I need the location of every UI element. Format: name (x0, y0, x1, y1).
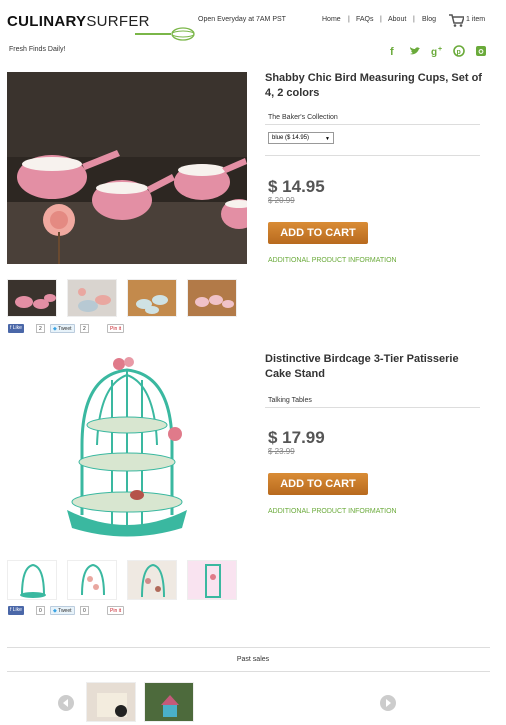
nav-about[interactable]: About (388, 16, 406, 23)
product-thumbnail[interactable] (67, 560, 117, 600)
nav-blog[interactable]: Blog (422, 16, 436, 23)
logo-bold-text: CULINARY (7, 13, 87, 30)
product-old-price: $ 23.99 (268, 447, 295, 456)
chevron-down-icon: ▼ (325, 136, 330, 142)
product-thumbnail[interactable] (67, 279, 117, 317)
nav-home[interactable]: Home (322, 16, 341, 23)
additional-info-link[interactable]: ADDITIONAL PRODUCT INFORMATION (268, 508, 397, 515)
product-brand: Talking Tables (268, 397, 312, 404)
tweet-count: 0 (80, 606, 89, 615)
tweet-label: Tweet (58, 608, 72, 614)
product-thumbnail[interactable] (187, 560, 237, 600)
tagline: Fresh Finds Daily! (9, 46, 66, 53)
divider (265, 155, 480, 156)
facebook-like-button[interactable]: f Like (8, 606, 24, 615)
twitter-icon: ◆ (53, 326, 57, 332)
svg-text:p: p (457, 49, 461, 56)
svg-text:+: + (438, 46, 442, 53)
like-count: 2 (36, 324, 45, 333)
product-image-birdcage-stand[interactable] (27, 350, 227, 547)
nav-separator: | (348, 16, 350, 23)
tweet-label: Tweet (58, 326, 72, 332)
tweet-count: 2 (80, 324, 89, 333)
additional-info-link[interactable]: ADDITIONAL PRODUCT INFORMATION (268, 257, 397, 264)
nav-separator: | (380, 16, 382, 23)
product-price: $ 14.95 (268, 177, 325, 196)
svg-text:g: g (431, 47, 437, 57)
product-title[interactable]: Distinctive Birdcage 3-Tier Patisserie C… (265, 352, 480, 382)
facebook-icon: f (10, 325, 12, 331)
product-image-measuring-cups[interactable] (7, 72, 247, 264)
product-thumbnail[interactable] (127, 279, 177, 317)
variant-selected-value: blue ($ 14.95) (272, 135, 310, 141)
carousel-prev-button[interactable] (58, 695, 74, 711)
pin-it-button[interactable]: Pin it (107, 324, 125, 333)
svg-text:f: f (390, 46, 394, 57)
pin-it-button[interactable]: Pin it (107, 606, 125, 615)
product-thumbnail[interactable] (7, 279, 57, 317)
add-to-cart-button[interactable]: ADD TO CART (268, 222, 368, 244)
facebook-icon[interactable]: f (388, 44, 398, 62)
product-thumbnail[interactable] (7, 560, 57, 600)
divider (265, 407, 480, 408)
like-label: Like (12, 607, 22, 613)
tweet-button[interactable]: ◆ Tweet (50, 606, 75, 615)
divider (7, 647, 490, 648)
store-hours: Open Everyday at 7AM PST (198, 16, 286, 23)
like-count: 0 (36, 606, 45, 615)
product-price: $ 17.99 (268, 428, 325, 447)
shopping-cart-icon[interactable] (449, 14, 464, 27)
google-plus-icon[interactable]: g + (431, 44, 444, 62)
past-sale-thumbnail[interactable] (86, 682, 136, 722)
cart-count[interactable]: 1 item (466, 16, 485, 23)
pinterest-icon[interactable]: p (453, 44, 465, 62)
past-sales-heading: Past sales (236, 656, 270, 663)
variant-select[interactable]: blue ($ 14.95) ▼ (268, 132, 334, 144)
site-logo[interactable]: CULINARYSURFER (7, 13, 150, 30)
product-brand: The Baker's Collection (268, 114, 338, 121)
nav-separator: | (413, 16, 415, 23)
twitter-icon[interactable] (409, 44, 421, 62)
nav-faqs[interactable]: FAQs (356, 16, 374, 23)
divider (265, 124, 480, 125)
add-to-cart-button[interactable]: ADD TO CART (268, 473, 368, 495)
twitter-icon: ◆ (53, 608, 57, 614)
instagram-icon[interactable] (475, 44, 487, 62)
facebook-like-button[interactable]: f Like (8, 324, 24, 333)
past-sale-thumbnail[interactable] (144, 682, 194, 722)
tweet-button[interactable]: ◆ Tweet (50, 324, 75, 333)
product-old-price: $ 20.99 (268, 196, 295, 205)
product-thumbnail[interactable] (127, 560, 177, 600)
divider (7, 671, 490, 672)
like-label: Like (12, 325, 22, 331)
facebook-icon: f (10, 607, 12, 613)
product-thumbnail[interactable] (187, 279, 237, 317)
product-title[interactable]: Shabby Chic Bird Measuring Cups, Set of … (265, 71, 485, 101)
whisk-icon (135, 27, 195, 41)
carousel-next-button[interactable] (380, 695, 396, 711)
